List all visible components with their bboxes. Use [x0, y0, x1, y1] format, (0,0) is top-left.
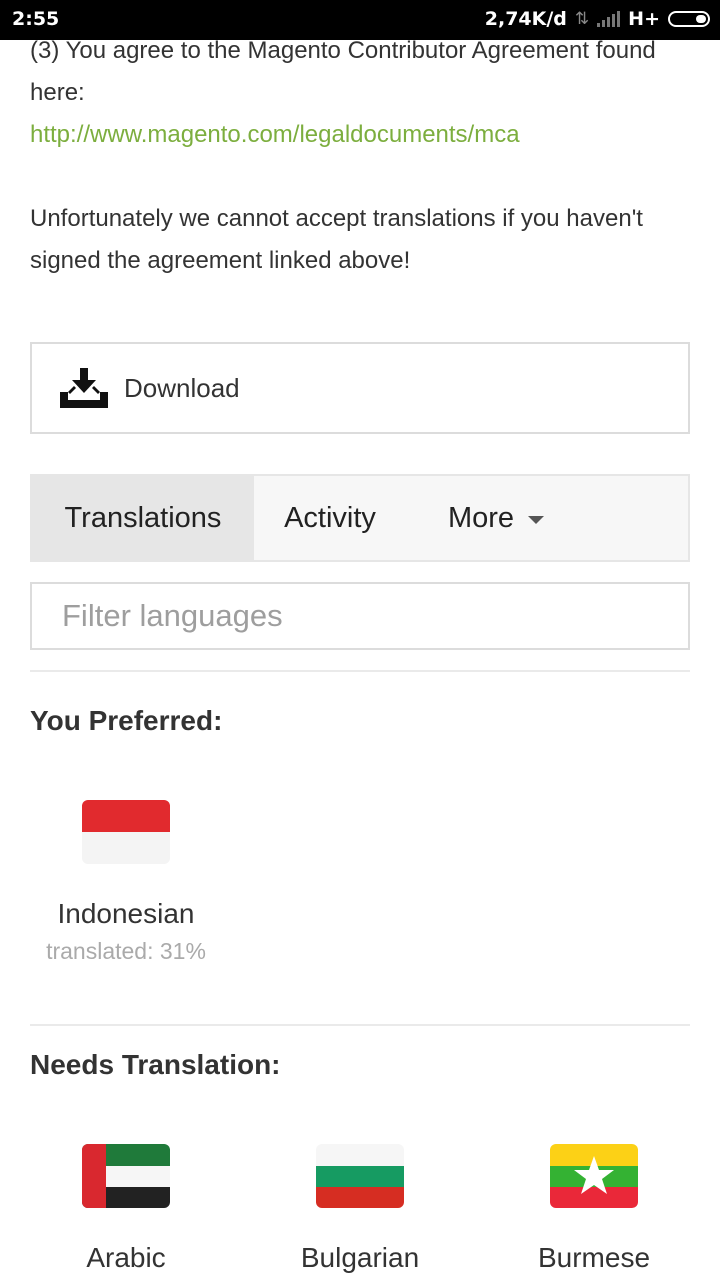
network-speed: 2,74K/d [484, 8, 567, 30]
divider [30, 1024, 690, 1026]
tab-more[interactable]: More [416, 476, 576, 560]
download-icon [60, 368, 108, 408]
tab-bar: Translations Activity More [30, 474, 690, 562]
language-item-bulgarian[interactable]: Bulgarian [260, 1144, 460, 1274]
download-button[interactable]: Download [30, 342, 690, 434]
agreement-link[interactable]: http://www.magento.com/legaldocuments/mc… [30, 114, 690, 156]
filter-languages-input[interactable] [30, 582, 690, 650]
indonesia-flag-icon [82, 800, 170, 864]
signal-icon [597, 11, 621, 27]
data-arrows-icon: ⇅ [574, 9, 590, 29]
caret-down-icon [528, 516, 545, 524]
divider [30, 670, 690, 672]
download-label: Download [124, 372, 240, 403]
star-icon [574, 1156, 614, 1194]
needs-translation-title: Needs Translation: [30, 1049, 281, 1080]
language-name: Indonesian [57, 898, 195, 929]
intro-section: (3) You agree to the Magento Contributor… [30, 30, 690, 282]
bulgaria-flag-icon [316, 1144, 404, 1208]
network-type: H+ [628, 8, 660, 30]
language-name: Bulgarian [300, 1242, 420, 1273]
tab-translations[interactable]: Translations [32, 476, 254, 560]
tab-activity[interactable]: Activity [254, 476, 406, 560]
uae-flag-icon [82, 1144, 170, 1208]
language-item-burmese[interactable]: Burmese [494, 1144, 694, 1274]
tab-label: Activity [284, 501, 376, 534]
language-item-indonesian[interactable]: Indonesian translated: 31% [26, 800, 226, 965]
tab-label: More [447, 501, 515, 534]
status-right: 2,74K/d ⇅ H+ [485, 8, 710, 30]
language-item-arabic[interactable]: Arabic [26, 1144, 226, 1274]
warning-text: Unfortunately we cannot accept translati… [30, 205, 643, 274]
tab-label: Translations [64, 501, 222, 534]
agreement-text: (3) You agree to the Magento Contributor… [30, 37, 656, 106]
myanmar-flag-icon [550, 1144, 638, 1208]
preferred-title: You Preferred: [30, 705, 223, 736]
language-name: Burmese [537, 1242, 651, 1273]
status-time: 2:55 [12, 8, 60, 30]
translation-progress: translated: 31% [46, 938, 206, 964]
battery-icon [668, 11, 710, 27]
language-name: Arabic [86, 1242, 166, 1273]
